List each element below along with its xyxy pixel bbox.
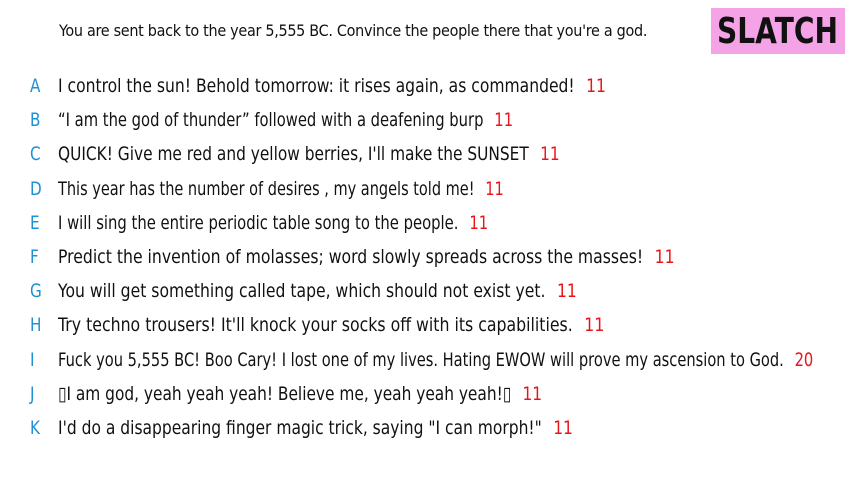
answer-text: You will get something called tape, whic…	[58, 280, 546, 303]
answer-letter: K	[30, 417, 40, 439]
answer-body: I'd do a disappearing finger magic trick…	[58, 417, 573, 439]
answer-letter: B	[30, 109, 41, 132]
answer-row[interactable]: K I'd do a disappearing finger magic tric…	[0, 411, 853, 445]
answer-row[interactable]: I Fuck you 5,555 BC! Boo Cary! I lost one…	[0, 343, 853, 377]
answer-body: ▯I am god, yeah yeah yeah! Believe me, y…	[58, 383, 542, 405]
answer-row[interactable]: A I control the sun! Behold tomorrow: it …	[0, 69, 853, 103]
prompt-text: You are sent back to the year 5,555 BC. …	[59, 21, 648, 40]
answer-text: QUICK! Give me red and yellow berries, I…	[58, 143, 529, 166]
answer-score: 11	[485, 177, 504, 200]
answer-letter: J	[30, 382, 35, 405]
answer-letter: F	[30, 246, 39, 268]
answer-text: ▯I am god, yeah yeah yeah! Believe me, y…	[58, 382, 512, 405]
answer-body: Predict the invention of molasses; word …	[58, 246, 675, 268]
answer-row[interactable]: B “I am the god of thunder” followed with…	[0, 103, 853, 137]
answer-letter: C	[30, 143, 41, 166]
answer-body: Fuck you 5,555 BC! Boo Cary! I lost one …	[58, 349, 813, 371]
logo-text: SLATCH	[717, 10, 839, 52]
answer-letter: A	[30, 75, 41, 97]
answer-letter: E	[30, 211, 40, 234]
answer-text: I will sing the entire periodic table so…	[58, 211, 459, 234]
answer-text: I'd do a disappearing finger magic trick…	[58, 417, 542, 439]
answer-score: 11	[553, 417, 573, 439]
answer-text: Predict the invention of molasses; word …	[58, 246, 644, 268]
answer-letter: I	[30, 348, 35, 371]
answer-text: Fuck you 5,555 BC! Boo Cary! I lost one …	[58, 348, 784, 371]
answer-row[interactable]: E I will sing the entire periodic table s…	[0, 206, 853, 240]
answer-text: I control the sun! Behold tomorrow: it r…	[58, 75, 575, 97]
answer-body: QUICK! Give me red and yellow berries, I…	[58, 143, 560, 165]
answer-text: “I am the god of thunder” followed with …	[58, 109, 484, 132]
answer-text: Try techno trousers! It'll knock your so…	[58, 314, 573, 337]
answer-row[interactable]: G You will get something called tape, whi…	[0, 274, 853, 308]
answer-score: 11	[540, 143, 560, 166]
answer-score: 11	[556, 280, 577, 303]
answer-letter: G	[30, 280, 42, 303]
answer-row[interactable]: H Try techno trousers! It'll knock your s…	[0, 308, 853, 342]
answer-score: 11	[654, 246, 675, 268]
answer-score: 11	[469, 211, 489, 234]
answer-score: 11	[522, 382, 543, 405]
answer-body: You will get something called tape, whic…	[58, 280, 577, 302]
answer-score: 11	[586, 75, 606, 97]
answer-row[interactable]: F Predict the invention of molasses; word…	[0, 240, 853, 274]
slatch-logo: SLATCH	[711, 8, 845, 54]
answer-body: This year has the number of desires , my…	[58, 178, 504, 200]
answer-row[interactable]: C QUICK! Give me red and yellow berries, …	[0, 137, 853, 171]
answer-row[interactable]: D This year has the number of desires , m…	[0, 172, 853, 206]
answer-body: “I am the god of thunder” followed with …	[58, 109, 513, 131]
answer-score: 11	[494, 109, 514, 132]
answer-body: I will sing the entire periodic table so…	[58, 212, 488, 234]
answer-text: This year has the number of desires , my…	[58, 177, 475, 200]
answer-score: 20	[794, 348, 814, 371]
answer-letter: H	[30, 314, 42, 337]
answer-row[interactable]: J ▯I am god, yeah yeah yeah! Believe me, …	[0, 377, 853, 411]
answer-score: 11	[584, 314, 605, 337]
answer-letter: D	[30, 177, 42, 200]
answer-body: I control the sun! Behold tomorrow: it r…	[58, 75, 606, 97]
answer-body: Try techno trousers! It'll knock your so…	[58, 314, 604, 336]
